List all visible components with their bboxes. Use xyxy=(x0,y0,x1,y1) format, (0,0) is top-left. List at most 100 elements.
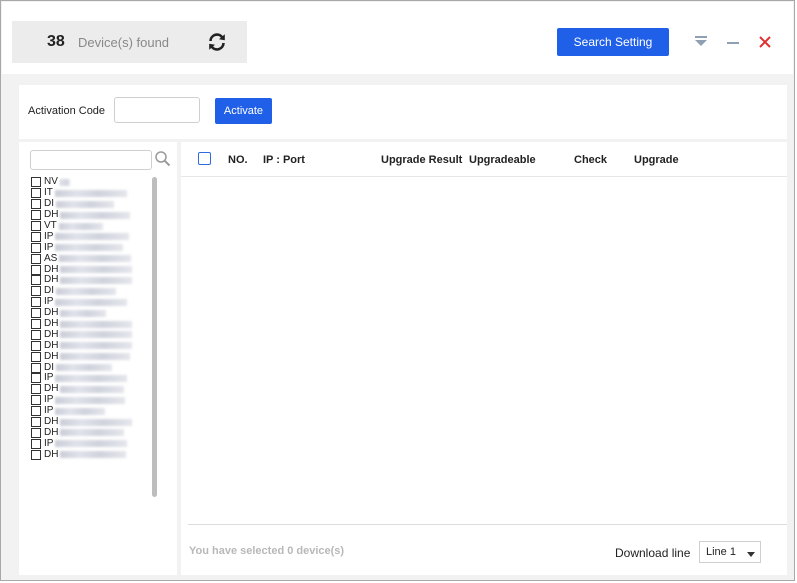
device-checkbox[interactable] xyxy=(31,221,41,231)
device-checkbox[interactable] xyxy=(31,438,41,449)
activate-button[interactable]: Activate xyxy=(215,98,272,124)
device-list-item[interactable]: IP xyxy=(31,373,151,384)
activation-code-input[interactable] xyxy=(114,97,200,123)
device-name-redacted xyxy=(55,298,128,306)
device-list-item[interactable]: DH xyxy=(31,427,151,438)
device-checkbox[interactable] xyxy=(31,427,41,438)
device-list-item[interactable]: DH xyxy=(31,210,151,221)
device-checkbox[interactable] xyxy=(31,275,41,286)
column-header-check: Check xyxy=(574,154,608,166)
top-bar: 38 Device(s) found Search Setting xyxy=(2,2,793,74)
device-list-item[interactable]: DH xyxy=(31,417,151,428)
device-name: NV xyxy=(44,177,58,188)
close-icon[interactable] xyxy=(755,32,775,52)
column-header-ip-port: IP : Port xyxy=(263,154,305,166)
device-checkbox[interactable] xyxy=(31,242,41,253)
device-checkbox[interactable] xyxy=(31,417,41,428)
device-list-item[interactable]: DH xyxy=(31,384,151,395)
dropdown-menu-icon[interactable] xyxy=(691,32,711,52)
device-name-redacted xyxy=(60,451,127,459)
device-list-item[interactable]: IP xyxy=(31,395,151,406)
device-checkbox[interactable] xyxy=(31,373,41,384)
device-name-redacted xyxy=(54,189,127,197)
column-header-upgradeable: Upgradeable xyxy=(469,154,536,166)
refresh-icon[interactable] xyxy=(206,31,228,53)
device-list-item[interactable]: IP xyxy=(31,406,151,417)
device-checkbox[interactable] xyxy=(31,319,41,330)
device-list-item[interactable]: IP xyxy=(31,231,151,242)
device-list-item[interactable]: IP xyxy=(31,438,151,449)
device-list-item[interactable]: DH xyxy=(31,329,151,340)
device-checkbox[interactable] xyxy=(31,449,41,460)
device-checkbox[interactable] xyxy=(31,395,41,406)
device-list-item[interactable]: DH xyxy=(31,319,151,330)
device-checkbox[interactable] xyxy=(31,253,41,264)
device-name-redacted xyxy=(60,353,131,361)
device-list-item[interactable]: DH xyxy=(31,264,151,275)
device-list-scrollbar[interactable] xyxy=(152,177,157,497)
device-name: DH xyxy=(44,448,59,460)
device-checkbox[interactable] xyxy=(31,406,41,417)
device-checkbox[interactable] xyxy=(31,329,41,340)
device-list-item[interactable]: DH xyxy=(31,351,151,362)
device-name-redacted xyxy=(55,396,126,404)
device-name-redacted xyxy=(60,320,133,328)
device-name: IT xyxy=(44,187,53,199)
device-checkbox[interactable] xyxy=(31,210,41,221)
chevron-down-icon xyxy=(747,549,755,557)
download-line-select[interactable]: Line 1 xyxy=(699,541,761,563)
device-name: IP xyxy=(44,437,54,449)
device-name: IP xyxy=(44,372,54,384)
device-checkbox[interactable] xyxy=(31,297,41,308)
device-checkbox[interactable] xyxy=(31,340,41,351)
device-name: AS xyxy=(44,252,58,264)
device-checkbox[interactable] xyxy=(31,177,41,188)
device-checkbox[interactable] xyxy=(31,362,41,373)
device-list-item[interactable]: DH xyxy=(31,449,151,460)
device-checkbox[interactable] xyxy=(31,188,41,199)
device-name-redacted xyxy=(60,266,133,274)
device-list-item[interactable]: DI xyxy=(31,199,151,210)
device-name: DH xyxy=(44,318,59,330)
search-setting-button[interactable]: Search Setting xyxy=(557,28,669,56)
device-name-redacted xyxy=(55,440,128,448)
device-name-redacted xyxy=(60,342,133,350)
search-icon[interactable] xyxy=(154,150,172,168)
device-checkbox[interactable] xyxy=(31,231,41,242)
device-list-item[interactable]: IP xyxy=(31,297,151,308)
selected-count-text: You have selected 0 device(s) xyxy=(189,545,345,557)
device-list-item[interactable]: IP xyxy=(31,242,151,253)
device-list-item[interactable]: DH xyxy=(31,275,151,286)
device-name-redacted xyxy=(55,407,106,415)
activation-code-label: Activation Code xyxy=(28,105,106,117)
device-name: DH xyxy=(44,263,59,275)
devices-found-panel: 38 Device(s) found xyxy=(12,21,247,63)
device-name-redacted xyxy=(60,211,131,219)
minimize-icon[interactable] xyxy=(723,32,743,52)
device-name-redacted xyxy=(60,385,125,393)
device-name-redacted xyxy=(59,255,132,263)
device-list-item[interactable]: VT xyxy=(31,221,151,232)
device-list-item[interactable]: DI xyxy=(31,362,151,373)
device-list-item[interactable]: NV xyxy=(31,177,151,188)
device-name: IP xyxy=(44,394,54,406)
device-name-redacted xyxy=(60,429,125,437)
device-list-item[interactable]: DI xyxy=(31,286,151,297)
device-name-redacted xyxy=(56,287,116,295)
device-name: IP xyxy=(44,241,54,253)
device-checkbox[interactable] xyxy=(31,384,41,395)
device-name-redacted xyxy=(60,331,133,339)
device-checkbox[interactable] xyxy=(31,286,41,297)
device-checkbox[interactable] xyxy=(31,264,41,275)
device-list-item[interactable]: DH xyxy=(31,340,151,351)
device-checkbox[interactable] xyxy=(31,351,41,362)
device-name-redacted xyxy=(55,244,124,252)
device-list-item[interactable]: DH xyxy=(31,308,151,319)
device-list-item[interactable]: IT xyxy=(31,188,151,199)
device-search-input[interactable] xyxy=(30,150,152,170)
device-list-item[interactable]: AS xyxy=(31,253,151,264)
device-checkbox[interactable] xyxy=(31,199,41,210)
device-checkbox[interactable] xyxy=(31,308,41,319)
select-all-checkbox[interactable] xyxy=(198,152,211,165)
device-name-redacted xyxy=(55,233,130,241)
